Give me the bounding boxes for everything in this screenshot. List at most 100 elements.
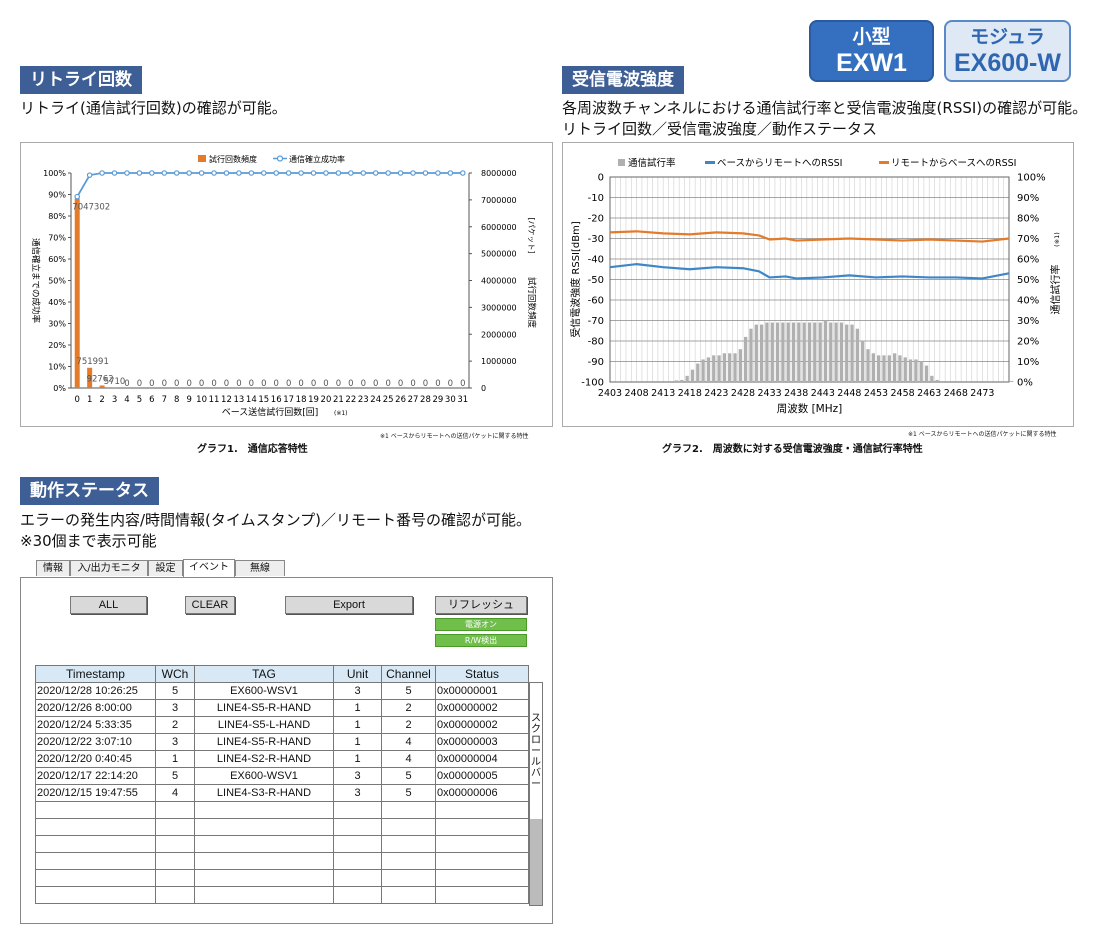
trial-rate-bar xyxy=(797,322,801,382)
x-tick-label: 19 xyxy=(308,395,319,405)
table-cell-empty xyxy=(35,869,156,887)
tab-wireless[interactable]: 無線 xyxy=(235,560,285,576)
right-tick-label: 8000000 xyxy=(481,169,517,178)
cell-channel: 5 xyxy=(381,767,436,785)
tab-settings[interactable]: 設定 xyxy=(148,560,183,576)
table-scrollbar[interactable]: スクロールバー xyxy=(529,682,543,906)
table-row-empty[interactable] xyxy=(35,869,529,887)
scrollbar-label-char: ロ xyxy=(531,735,541,746)
trial-rate-bar xyxy=(696,363,700,382)
cell-timestamp: 2020/12/26 8:00:00 xyxy=(35,699,156,717)
cell-status: 0x00000005 xyxy=(435,767,529,785)
trial-rate-bar xyxy=(733,353,737,382)
trial-rate-bar xyxy=(967,380,971,382)
retry-chart-frame: 試行回数頻度 通信確立成功率 0% 10% 20% 30% 40% 50% 60% 70% 80% 9… xyxy=(20,142,553,427)
left-tick-label: 50% xyxy=(48,277,66,286)
col-header-status[interactable]: Status xyxy=(435,665,529,683)
frequency-data-label: 0 xyxy=(336,379,341,389)
table-cell-empty xyxy=(194,801,334,819)
table-cell-empty xyxy=(194,869,334,887)
table-cell-empty xyxy=(155,818,195,836)
frequency-data-label: 0 xyxy=(249,379,254,389)
all-button[interactable]: ALL xyxy=(70,596,147,614)
rssi-description-1: 各周波数チャンネルにおける通信試行率と受信電波強度(RSSI)の確認が可能。 xyxy=(562,99,1088,117)
left-axis-title: 通信確立までの成功率 xyxy=(30,238,41,324)
table-row[interactable]: 2020/12/28 10:26:25 5 EX600-WSV1 3 5 0x000000… xyxy=(35,682,529,700)
frequency-data-label: 0 xyxy=(224,379,229,389)
cell-wch: 5 xyxy=(155,767,195,785)
frequency-data-label: 0 xyxy=(398,379,403,389)
success-rate-point xyxy=(74,193,81,200)
cell-wch: 3 xyxy=(155,733,195,751)
x-tick-label: 29 xyxy=(432,395,443,405)
table-row-empty[interactable] xyxy=(35,886,529,904)
x-axis-title: 周波数 [MHz] xyxy=(777,402,843,415)
left-tick-label: -30 xyxy=(588,234,604,245)
table-row[interactable]: 2020/12/22 3:07:10 3 LINE4-S5-R-HAND 1 4 0x00… xyxy=(35,733,529,751)
x-tick-label: 2403 xyxy=(598,388,622,399)
table-cell-empty xyxy=(435,835,529,853)
table-cell-empty xyxy=(194,886,334,904)
col-header-tag[interactable]: TAG xyxy=(194,665,334,683)
trial-rate-bar xyxy=(701,359,705,382)
table-row[interactable]: 2020/12/26 8:00:00 3 LINE4-S5-R-HAND 1 2 0x00… xyxy=(35,699,529,717)
tab-io-monitor[interactable]: 入/出力モニタ xyxy=(70,560,148,576)
tab-info[interactable]: 情報 xyxy=(36,560,70,576)
success-rate-point xyxy=(99,170,105,176)
x-tick-label: 9 xyxy=(186,395,191,405)
retry-description: リトライ(通信試行回数)の確認が可能。 xyxy=(20,99,287,117)
left-tick-label: -70 xyxy=(588,316,604,327)
exw1-badge-line2: EXW1 xyxy=(836,49,907,77)
tab-event[interactable]: イベント xyxy=(183,559,235,577)
table-row-empty[interactable] xyxy=(35,852,529,870)
trial-rate-bar xyxy=(908,359,913,382)
frequency-data-label: 0 xyxy=(373,379,378,389)
export-button[interactable]: Export xyxy=(285,596,413,614)
x-tick-label: 5 xyxy=(137,395,142,405)
table-row-empty[interactable] xyxy=(35,818,529,836)
col-header-channel[interactable]: Channel xyxy=(381,665,436,683)
x-tick-label: 14 xyxy=(246,395,257,405)
retry-chart-note: ※1 ベースからリモートへの送信パケットに関する特性 xyxy=(380,433,529,440)
table-cell-empty xyxy=(435,852,529,870)
x-tick-label: 2423 xyxy=(704,388,728,399)
success-rate-point xyxy=(435,170,441,176)
col-header-timestamp[interactable]: Timestamp xyxy=(35,665,156,683)
trial-rate-bar xyxy=(1010,380,1014,382)
x-tick-label: 16 xyxy=(271,395,282,405)
trial-rate-bar xyxy=(972,380,977,382)
cell-unit: 3 xyxy=(333,682,382,700)
col-header-wch[interactable]: WCh xyxy=(155,665,195,683)
table-cell-empty xyxy=(155,886,195,904)
cell-channel: 2 xyxy=(381,716,436,734)
remote-to-base-rssi-line xyxy=(609,230,1010,243)
clear-button[interactable]: CLEAR xyxy=(185,596,235,614)
trial-rate-bar xyxy=(722,353,727,382)
x-tick-label: 1 xyxy=(87,395,92,405)
left-tick-label: 30% xyxy=(48,320,66,329)
table-row[interactable]: 2020/12/17 22:14:20 5 EX600-WSV1 3 5 0x000000… xyxy=(35,767,529,785)
success-rate-point xyxy=(285,170,292,176)
trial-rate-bar xyxy=(956,380,961,382)
frequency-data-label: 0 xyxy=(162,379,167,389)
trial-rate-bar xyxy=(818,322,822,382)
table-row-empty[interactable] xyxy=(35,835,529,853)
table-row[interactable]: 2020/12/24 5:33:35 2 LINE4-S5-L-HAND 1 2 0x00… xyxy=(35,716,529,734)
scrollbar-thumb[interactable] xyxy=(530,819,542,905)
col-header-unit[interactable]: Unit xyxy=(333,665,382,683)
table-row[interactable]: 2020/12/15 19:47:55 4 LINE4-S3-R-HAND 3 5 0x0… xyxy=(35,784,529,802)
refresh-button[interactable]: リフレッシュ xyxy=(435,596,527,614)
trial-rate-bar xyxy=(951,380,955,382)
table-row-empty[interactable] xyxy=(35,801,529,819)
trial-rate-bar xyxy=(978,380,982,382)
table-cell-empty xyxy=(435,869,529,887)
table-row[interactable]: 2020/12/20 0:40:45 1 LINE4-S2-R-HAND 1 4 0x00… xyxy=(35,750,529,768)
table-cell-empty xyxy=(194,835,334,853)
trial-rate-bar xyxy=(744,336,748,382)
trial-rate-bar xyxy=(999,380,1003,382)
rw-detect-indicator: R/W検出 xyxy=(435,634,527,647)
trial-rate-bar xyxy=(775,322,780,382)
x-tick-label: 21 xyxy=(333,395,344,405)
success-rate-point xyxy=(323,170,329,176)
x-tick-label: 18 xyxy=(296,395,307,405)
